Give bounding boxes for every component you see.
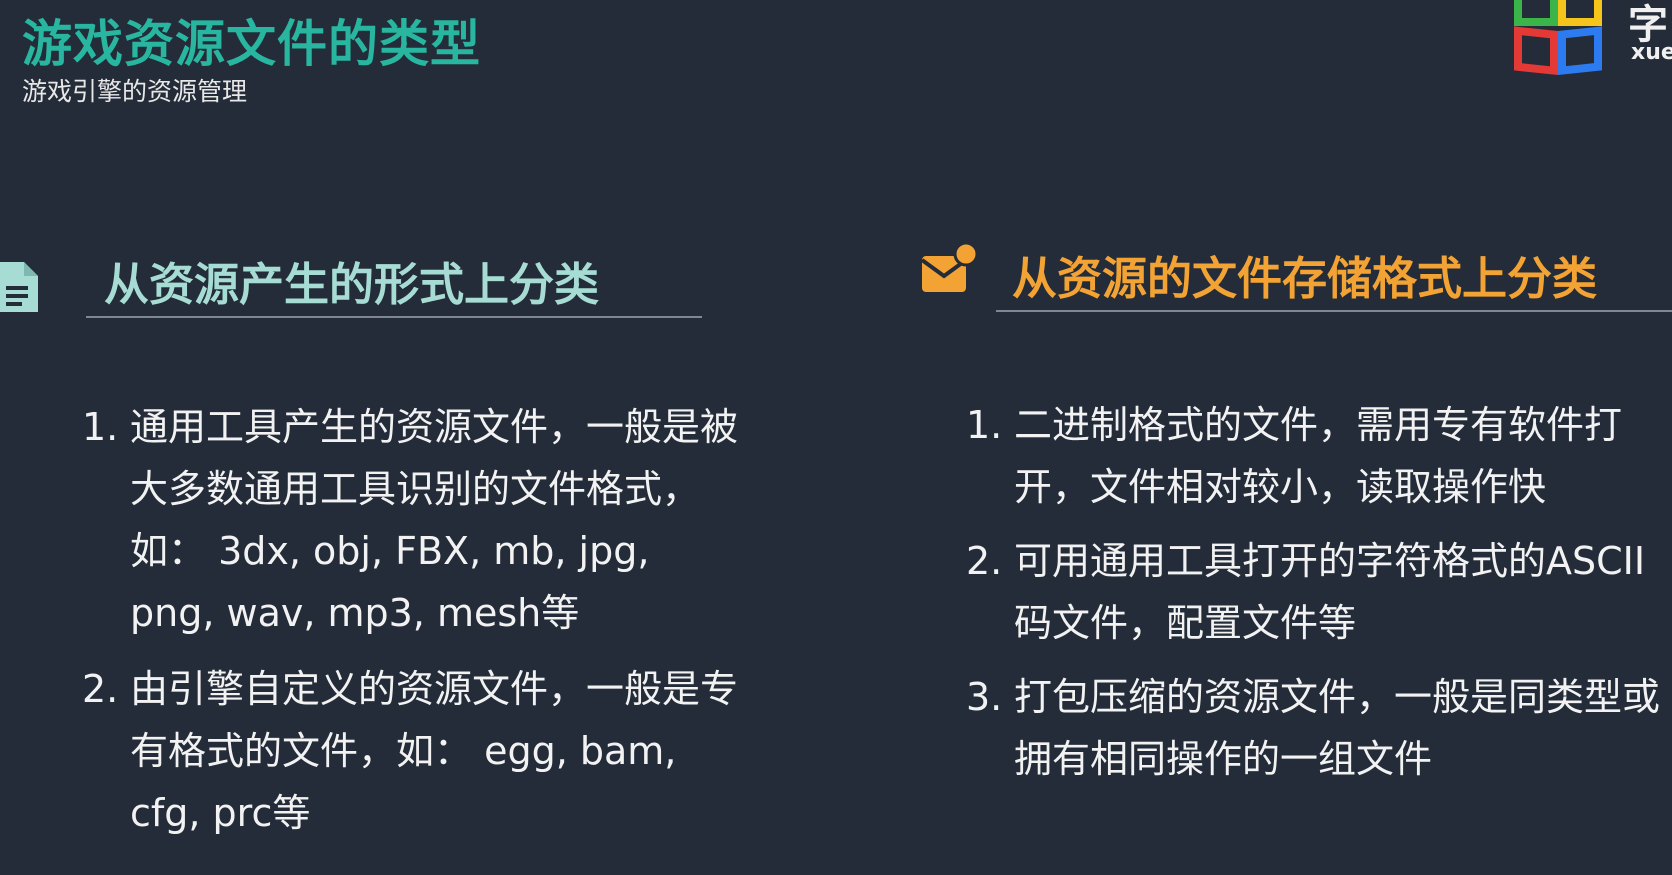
logo-subtext: xue (1631, 40, 1672, 65)
list-item: 2. 可用通用工具打开的字符格式的ASCII码文件，配置文件等 (966, 530, 1670, 654)
list-item: 1. 二进制格式的文件，需用专有软件打开，文件相对较小，读取操作快 (966, 394, 1670, 518)
list-item-text: 可用通用工具打开的字符格式的ASCII码文件，配置文件等 (1014, 539, 1646, 645)
mail-notification-icon (920, 242, 978, 292)
list-item-number: 3. (966, 675, 1003, 719)
right-section-title: 从资源的文件存储格式上分类 (1012, 252, 1598, 305)
right-section-divider (996, 310, 1672, 312)
colorful-cubes-logo-icon (1514, 0, 1602, 76)
list-item-number: 1. (82, 405, 119, 449)
slide-title: 游戏资源文件的类型 (22, 15, 481, 73)
list-item-number: 2. (966, 539, 1003, 583)
list-item: 2. 由引擎自定义的资源文件，一般是专有格式的文件，如： egg, bam, c… (82, 658, 742, 844)
left-section-list: 1. 通用工具产生的资源文件，一般是被大多数通用工具识别的文件格式，如： 3dx… (82, 396, 742, 858)
list-item-text: 打包压缩的资源文件，一般是同类型或拥有相同操作的一组文件 (1014, 675, 1661, 781)
list-item-text: 由引擎自定义的资源文件，一般是专有格式的文件，如： egg, bam, cfg,… (130, 667, 739, 835)
list-item: 3. 打包压缩的资源文件，一般是同类型或拥有相同操作的一组文件 (966, 666, 1670, 790)
slide-subtitle: 游戏引擎的资源管理 (22, 77, 248, 106)
list-item-text: 通用工具产生的资源文件，一般是被大多数通用工具识别的文件格式，如： 3dx, o… (130, 405, 739, 635)
list-item-text: 二进制格式的文件，需用专有软件打开，文件相对较小，读取操作快 (1014, 403, 1623, 509)
list-item: 1. 通用工具产生的资源文件，一般是被大多数通用工具识别的文件格式，如： 3dx… (82, 396, 742, 644)
list-item-number: 1. (966, 403, 1003, 447)
document-icon (0, 262, 38, 312)
left-section-title: 从资源产生的形式上分类 (104, 258, 600, 311)
list-item-number: 2. (82, 667, 119, 711)
left-section-divider (86, 316, 702, 318)
right-section-list: 1. 二进制格式的文件，需用专有软件打开，文件相对较小，读取操作快 2. 可用通… (966, 394, 1670, 802)
